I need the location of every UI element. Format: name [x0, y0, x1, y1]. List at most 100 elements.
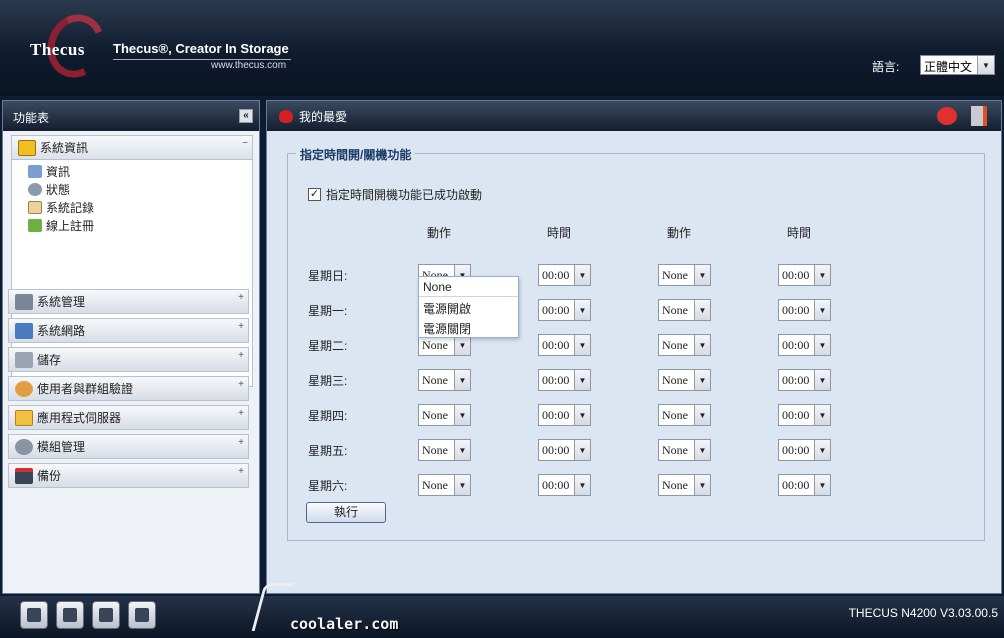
time-select[interactable]: 00:00 ▼: [538, 299, 591, 321]
action-select[interactable]: None ▼: [658, 474, 711, 496]
expand-section-icon[interactable]: +: [238, 292, 244, 303]
expand-section-icon[interactable]: +: [238, 379, 244, 390]
time-select-value: 00:00: [782, 303, 810, 317]
chevron-down-icon[interactable]: ▼: [814, 265, 830, 285]
chevron-down-icon[interactable]: ▼: [574, 300, 590, 320]
time-select[interactable]: 00:00 ▼: [778, 299, 831, 321]
time-select[interactable]: 00:00 ▼: [538, 264, 591, 286]
time-select[interactable]: 00:00 ▼: [778, 474, 831, 496]
chevron-down-icon[interactable]: ▼: [814, 475, 830, 495]
chevron-down-icon[interactable]: ▼: [694, 405, 710, 425]
disk-icon[interactable]: [56, 601, 84, 629]
action-select[interactable]: None ▼: [418, 404, 471, 426]
chevron-down-icon[interactable]: ▼: [454, 475, 470, 495]
chevron-down-icon[interactable]: ▼: [454, 405, 470, 425]
section-system-info[interactable]: 系統資訊 −: [12, 136, 252, 160]
time-select[interactable]: 00:00 ▼: [778, 369, 831, 391]
footer: THECUS N4200 V3.03.00.5: [0, 596, 1004, 638]
chevron-down-icon[interactable]: ▼: [814, 335, 830, 355]
action-select[interactable]: None ▼: [658, 264, 711, 286]
execute-button[interactable]: 執行: [306, 502, 386, 523]
sidebar-item-info[interactable]: 資訊: [12, 162, 252, 180]
chevron-down-icon[interactable]: ▼: [574, 370, 590, 390]
section-storage[interactable]: 儲存 +: [8, 347, 249, 372]
logout-icon[interactable]: [971, 106, 987, 126]
chevron-down-icon[interactable]: ▼: [814, 405, 830, 425]
time-select[interactable]: 00:00 ▼: [538, 439, 591, 461]
chevron-down-icon[interactable]: ▼: [574, 405, 590, 425]
chevron-down-icon[interactable]: ▼: [814, 440, 830, 460]
chevron-down-icon[interactable]: ▼: [454, 370, 470, 390]
sidebar-item-label: 系統記錄: [46, 200, 95, 215]
chevron-down-icon[interactable]: ▼: [814, 370, 830, 390]
language-label: 語言:: [872, 60, 900, 74]
fan-icon[interactable]: [92, 601, 120, 629]
chevron-down-icon[interactable]: ▼: [694, 335, 710, 355]
dropdown-option-power-on[interactable]: 電源開啟: [419, 297, 518, 317]
chevron-down-icon[interactable]: ▼: [694, 370, 710, 390]
column-header-action: 動作: [426, 226, 451, 240]
chevron-down-icon[interactable]: ▼: [454, 440, 470, 460]
tools-icon: [15, 293, 33, 310]
sidebar-item-register[interactable]: 線上註冊: [12, 216, 252, 234]
chevron-down-icon[interactable]: ▼: [574, 475, 590, 495]
chevron-down-icon[interactable]: ▼: [454, 335, 470, 355]
chevron-down-icon[interactable]: ▼: [977, 56, 994, 74]
expand-section-icon[interactable]: +: [238, 466, 244, 477]
section-application-server[interactable]: 應用程式伺服器 +: [8, 405, 249, 430]
day-label: 星期日:: [308, 269, 348, 283]
time-select-value: 00:00: [542, 373, 570, 387]
time-select-value: 00:00: [782, 478, 810, 492]
time-select[interactable]: 00:00 ▼: [778, 334, 831, 356]
chevron-down-icon[interactable]: ▼: [574, 265, 590, 285]
network-tree-icon[interactable]: [128, 601, 156, 629]
time-select[interactable]: 00:00 ▼: [538, 404, 591, 426]
chevron-down-icon[interactable]: ▼: [574, 335, 590, 355]
section-user-group-auth[interactable]: 使用者與群組驗證 +: [8, 376, 249, 401]
server-icon[interactable]: [20, 601, 48, 629]
chevron-down-icon[interactable]: ▼: [694, 440, 710, 460]
action-select[interactable]: None ▼: [418, 474, 471, 496]
users-icon: [15, 380, 33, 397]
chevron-down-icon[interactable]: ▼: [574, 440, 590, 460]
day-label: 星期五:: [308, 444, 348, 458]
sidebar-item-label: 線上註冊: [46, 218, 95, 233]
chevron-down-icon[interactable]: ▼: [694, 300, 710, 320]
action-select[interactable]: None ▼: [658, 299, 711, 321]
expand-section-icon[interactable]: +: [238, 321, 244, 332]
time-select[interactable]: 00:00 ▼: [778, 264, 831, 286]
action-dropdown-list[interactable]: None 電源開啟 電源關閉: [418, 276, 519, 338]
action-select[interactable]: None ▼: [658, 439, 711, 461]
section-backup[interactable]: 備份 +: [8, 463, 249, 488]
time-select[interactable]: 00:00 ▼: [538, 369, 591, 391]
action-select[interactable]: None ▼: [658, 334, 711, 356]
time-select[interactable]: 00:00 ▼: [778, 404, 831, 426]
sidebar-item-status[interactable]: 狀態: [12, 180, 252, 198]
section-module-management[interactable]: 模組管理 +: [8, 434, 249, 459]
enable-schedule-checkbox[interactable]: ✓: [308, 188, 321, 201]
action-select[interactable]: None ▼: [418, 439, 471, 461]
module-icon: [15, 438, 33, 455]
expand-section-icon[interactable]: +: [238, 437, 244, 448]
section-system-management[interactable]: 系統管理 +: [8, 289, 249, 314]
column-header-time: 時間: [786, 226, 811, 240]
chevron-down-icon[interactable]: ▼: [694, 475, 710, 495]
time-select[interactable]: 00:00 ▼: [538, 474, 591, 496]
chevron-down-icon[interactable]: ▼: [694, 265, 710, 285]
sidebar-item-log[interactable]: 系統記錄: [12, 198, 252, 216]
time-select[interactable]: 00:00 ▼: [538, 334, 591, 356]
action-select[interactable]: None ▼: [658, 369, 711, 391]
language-select[interactable]: 正體中文 ▼: [920, 55, 995, 75]
dropdown-option-none[interactable]: None: [419, 277, 518, 297]
collapse-sidebar-button[interactable]: «: [239, 109, 253, 123]
remove-favorite-icon[interactable]: [937, 107, 957, 125]
time-select[interactable]: 00:00 ▼: [778, 439, 831, 461]
action-select[interactable]: None ▼: [658, 404, 711, 426]
expand-section-icon[interactable]: +: [238, 350, 244, 361]
dropdown-option-power-off[interactable]: 電源關閉: [419, 317, 518, 337]
chevron-down-icon[interactable]: ▼: [814, 300, 830, 320]
section-system-network[interactable]: 系統網路 +: [8, 318, 249, 343]
action-select[interactable]: None ▼: [418, 369, 471, 391]
collapse-section-icon[interactable]: −: [242, 138, 248, 149]
expand-section-icon[interactable]: +: [238, 408, 244, 419]
